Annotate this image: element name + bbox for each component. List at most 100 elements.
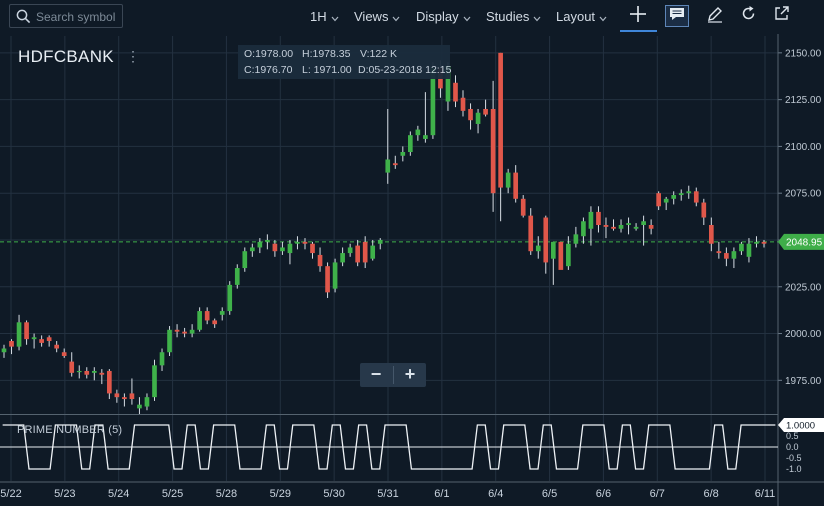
- candle-down: [693, 191, 699, 203]
- chevron-down-icon: [331, 10, 339, 25]
- ohlc-low: L: 1971.00: [302, 64, 352, 76]
- layout-menu[interactable]: Layout: [556, 9, 607, 25]
- zoom-in-button[interactable]: +: [394, 363, 426, 387]
- candle-up: [671, 195, 677, 199]
- candle-up: [573, 234, 579, 244]
- candle-up: [219, 311, 225, 315]
- candle-down: [272, 243, 278, 252]
- candle-up: [626, 223, 631, 225]
- y-tick-label: 2075.00: [785, 189, 822, 200]
- candle-up: [295, 241, 300, 244]
- studies-label: Studies: [486, 9, 530, 24]
- candle-up: [197, 311, 202, 330]
- candle-down: [701, 202, 707, 218]
- candle-down: [611, 226, 616, 229]
- search-input[interactable]: Search symbol: [9, 4, 123, 28]
- candle-down: [9, 341, 14, 347]
- candle-down: [648, 225, 654, 229]
- candle-down: [543, 217, 549, 263]
- candle-down: [39, 339, 44, 343]
- candle-down: [460, 97, 466, 111]
- candle-up: [377, 239, 383, 244]
- active-tool-indicator: [620, 30, 657, 32]
- candle-up: [633, 226, 639, 229]
- ohlc-high: H:1978.35: [302, 48, 351, 60]
- x-tick-label: 6/7: [650, 488, 665, 500]
- crosshair-icon: [629, 5, 647, 28]
- y-tick-label: 2100.00: [785, 142, 822, 153]
- ohlc-tooltip: O:1978.00 H:1978.35 V:122 K C:1976.70 L:…: [238, 45, 451, 79]
- views-menu[interactable]: Views: [354, 9, 400, 25]
- candle-up: [280, 247, 285, 252]
- candle-down: [558, 241, 564, 270]
- candle-up: [641, 221, 646, 225]
- candle-up: [152, 365, 157, 398]
- x-tick-label: 5/28: [216, 488, 237, 500]
- x-tick-label: 6/4: [488, 488, 503, 500]
- candle-up: [91, 370, 97, 373]
- zoom-controls: − +: [360, 363, 426, 387]
- y-tick-label: 2125.00: [785, 95, 822, 106]
- candle-down: [528, 215, 534, 252]
- candle-up: [159, 352, 165, 366]
- indicator-tick-label: -0.5: [786, 453, 802, 463]
- candle-up: [739, 243, 744, 252]
- candle-down: [24, 322, 29, 340]
- candle-down: [490, 108, 496, 194]
- symbol-title: HDFCBANK: [18, 47, 114, 66]
- candle-down: [708, 225, 714, 244]
- draw-button[interactable]: [703, 5, 727, 27]
- symbol-menu-icon[interactable]: ⋮: [126, 48, 140, 65]
- candle-down: [453, 82, 458, 102]
- interval-dropdown[interactable]: 1H: [310, 9, 339, 25]
- indicator-tick-label: 0.5: [786, 431, 799, 441]
- x-tick-label: 6/1: [434, 488, 449, 500]
- indicator-tick-label: -1.0: [786, 464, 802, 474]
- candle-down: [107, 370, 112, 394]
- price-chart[interactable]: 5/22 5/23 5/24 5/25 5/28 5/29 5/30 5/31 6/1 6/4 6/…: [0, 34, 824, 506]
- candle-down: [204, 311, 210, 321]
- candle-up: [754, 241, 759, 244]
- candle-down: [355, 245, 360, 263]
- candle-up: [423, 135, 428, 139]
- candle-up: [415, 129, 421, 136]
- candle-up: [265, 239, 270, 242]
- x-tick-label: 5/31: [377, 488, 398, 500]
- interval-label: 1H: [310, 9, 327, 24]
- toolbar: Search symbol 1H Views Display Studies L…: [0, 0, 824, 34]
- x-tick-label: 5/23: [54, 488, 75, 500]
- candle-down: [724, 253, 729, 259]
- candle-up: [385, 159, 391, 173]
- candle-down: [513, 172, 519, 199]
- candle-up: [16, 322, 22, 347]
- x-tick-label: 5/25: [162, 488, 183, 500]
- display-label: Display: [416, 9, 459, 24]
- candle-down: [362, 241, 368, 263]
- refresh-button[interactable]: [736, 5, 760, 27]
- x-tick-label: 5/24: [108, 488, 129, 500]
- comment-button[interactable]: [665, 5, 689, 27]
- candle-up: [189, 329, 195, 334]
- x-tick-label: 5/30: [323, 488, 344, 500]
- ohlc-close: C:1976.70: [244, 64, 293, 76]
- x-tick-label: 6/8: [703, 488, 718, 500]
- crosshair-button[interactable]: [626, 5, 650, 27]
- candle-up: [408, 135, 413, 153]
- chevron-down-icon: [533, 10, 541, 25]
- indicator-label: PRIME NUMBER (5): [17, 424, 123, 436]
- candle-up: [370, 245, 376, 259]
- layout-label: Layout: [556, 9, 596, 24]
- chart-app: Search symbol 1H Views Display Studies L…: [0, 0, 824, 506]
- zoom-out-button[interactable]: −: [360, 363, 392, 387]
- candle-up: [1, 348, 7, 353]
- share-button[interactable]: [769, 5, 793, 27]
- candle-down: [310, 243, 315, 254]
- display-menu[interactable]: Display: [416, 9, 471, 25]
- candle-up: [144, 397, 150, 407]
- share-icon: [773, 5, 790, 27]
- studies-menu[interactable]: Studies: [486, 9, 541, 25]
- candle-up: [234, 268, 240, 285]
- candle-down: [114, 393, 120, 398]
- chevron-down-icon: [392, 10, 400, 25]
- candle-up: [167, 329, 172, 353]
